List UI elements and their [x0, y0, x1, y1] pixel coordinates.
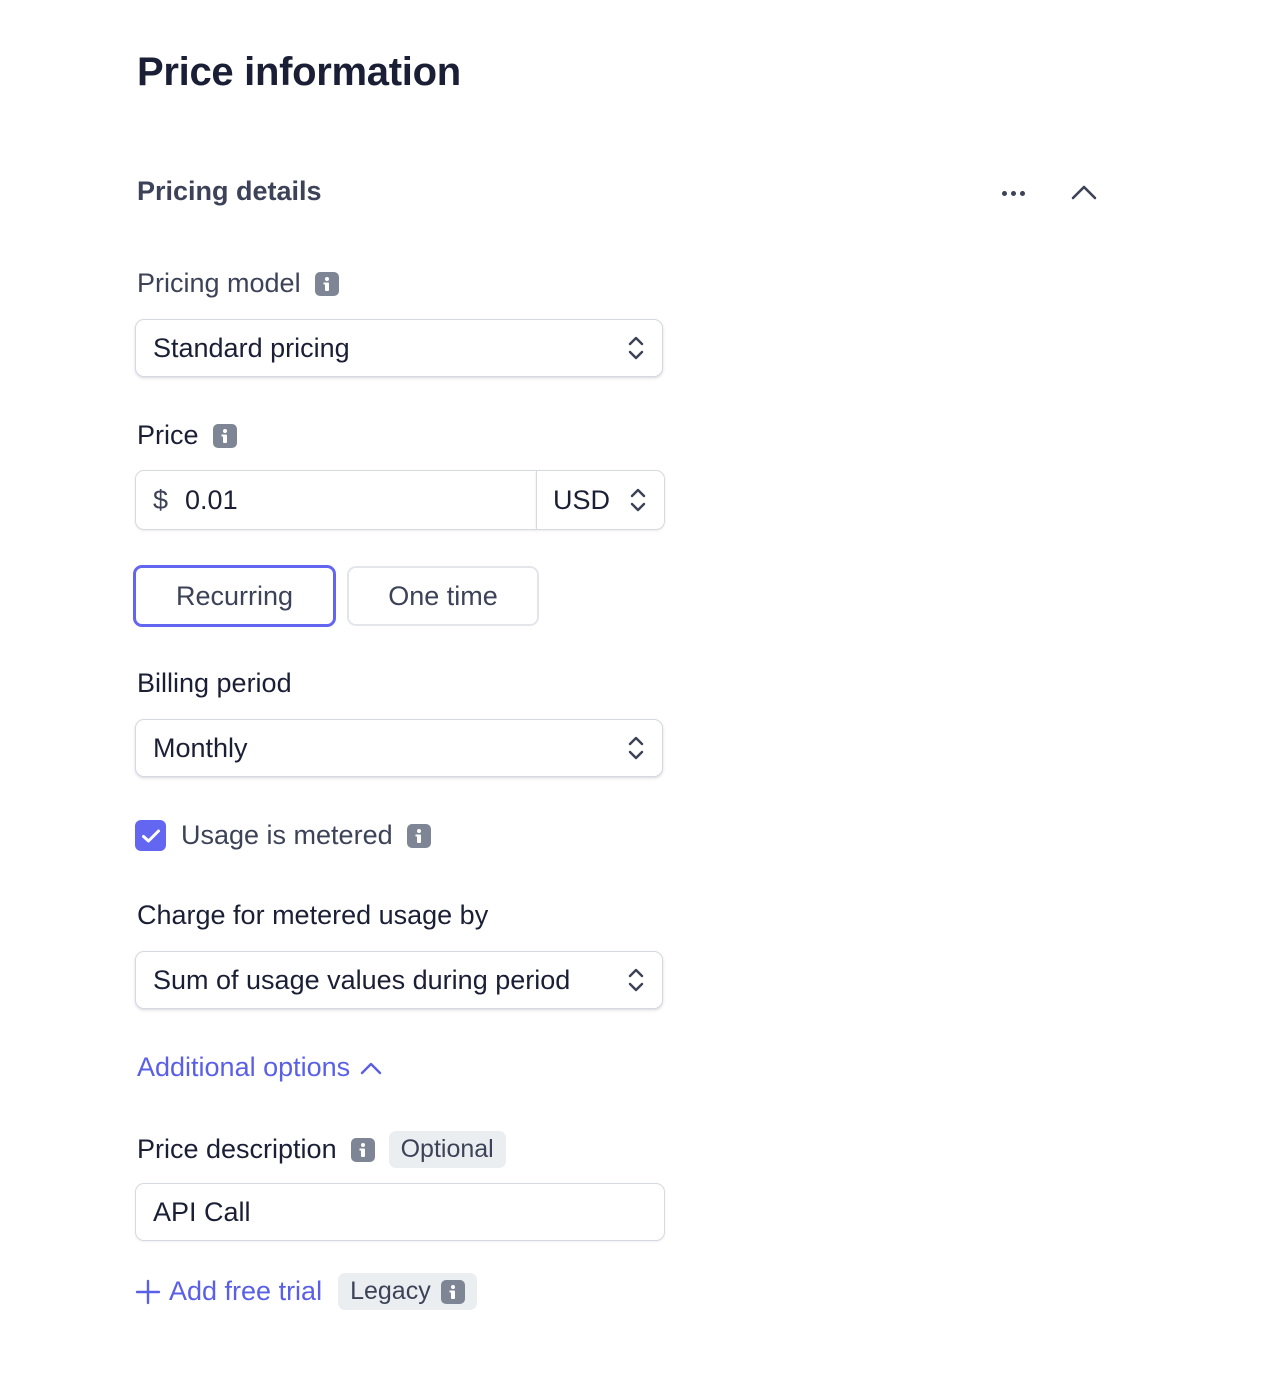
currency-symbol: $	[153, 484, 169, 515]
price-label-row: Price	[137, 420, 237, 451]
usage-metered-label-row: Usage is metered	[181, 820, 431, 851]
info-icon[interactable]	[406, 823, 431, 848]
optional-badge: Optional	[388, 1131, 506, 1168]
add-free-trial-link[interactable]: Add free trial	[135, 1276, 322, 1307]
price-description-label: Price description	[137, 1134, 337, 1164]
more-icon-dot	[1019, 190, 1025, 196]
check-icon	[141, 829, 160, 842]
price-label: Price	[137, 420, 199, 450]
chevron-up-down-icon	[626, 965, 646, 995]
chevron-up-down-icon	[626, 333, 646, 363]
more-icon	[1001, 190, 1007, 196]
chevron-up-down-icon	[628, 485, 648, 515]
charge-by-select[interactable]: Sum of usage values during period	[135, 951, 663, 1009]
usage-metered-checkbox[interactable]	[135, 820, 166, 851]
additional-options-toggle[interactable]: Additional options	[137, 1052, 382, 1083]
pricing-model-select[interactable]: Standard pricing	[135, 319, 663, 377]
page-title: Price information	[137, 50, 461, 94]
legacy-badge: Legacy	[338, 1273, 477, 1310]
billing-period-select[interactable]: Monthly	[135, 719, 663, 777]
currency-value: USD	[553, 484, 611, 515]
usage-metered-label[interactable]: Usage is metered	[181, 820, 393, 851]
info-icon[interactable]	[314, 271, 339, 296]
price-description-input[interactable]: API Call	[135, 1183, 665, 1241]
more-icon-dot	[1010, 190, 1016, 196]
plus-icon	[135, 1279, 161, 1304]
price-description-value: API Call	[153, 1196, 251, 1227]
additional-options-label: Additional options	[137, 1052, 351, 1082]
currency-select[interactable]: USD	[536, 471, 664, 529]
pricing-model-label-row: Pricing model	[137, 268, 339, 299]
chevron-up-icon	[1071, 185, 1097, 200]
free-trial-row: Add free trial Legacy	[135, 1273, 477, 1310]
billing-period-value: Monthly	[153, 732, 248, 763]
pricing-model-value: Standard pricing	[153, 332, 350, 363]
one-time-toggle[interactable]: One time	[347, 566, 539, 626]
price-description-label-row: Price description Optional	[137, 1131, 506, 1168]
charge-by-value: Sum of usage values during period	[153, 964, 571, 995]
section-title: Pricing details	[137, 176, 322, 206]
price-input[interactable]: $ 0.01	[136, 471, 536, 529]
collapse-section-button[interactable]	[1066, 175, 1102, 209]
info-icon[interactable]	[212, 423, 237, 448]
legacy-badge-label: Legacy	[350, 1277, 431, 1305]
info-icon[interactable]	[440, 1279, 465, 1304]
price-value: 0.01	[185, 484, 238, 515]
add-free-trial-label: Add free trial	[169, 1276, 323, 1306]
billing-period-label: Billing period	[137, 668, 292, 698]
pricing-model-label: Pricing model	[137, 268, 301, 298]
price-field: $ 0.01 USD	[135, 470, 665, 530]
charge-by-label: Charge for metered usage by	[137, 900, 489, 930]
more-options-button[interactable]	[993, 176, 1033, 210]
chevron-up-down-icon	[626, 733, 646, 763]
info-icon[interactable]	[350, 1137, 375, 1162]
recurring-toggle[interactable]: Recurring	[133, 565, 336, 627]
chevron-up-icon	[360, 1062, 382, 1074]
